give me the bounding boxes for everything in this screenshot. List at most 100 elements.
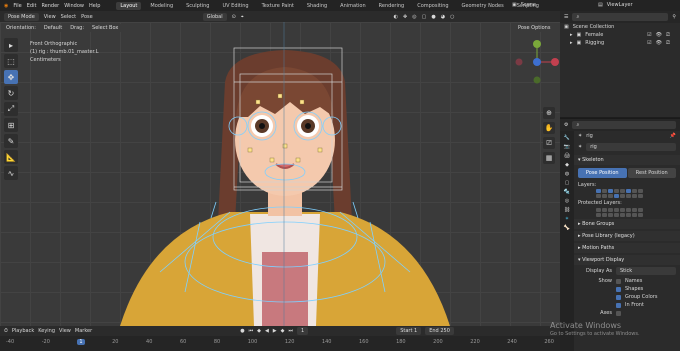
armature-data-name[interactable]: rig [586,143,676,151]
group-colors-checkbox[interactable] [616,294,621,300]
names-checkbox[interactable] [616,278,621,284]
marker-menu[interactable]: Marker [75,328,92,334]
eye-icon[interactable]: 👁 [656,32,662,38]
menu-render[interactable]: Render [41,3,59,9]
display-as-dropdown[interactable]: Stick [616,267,676,275]
view-menu[interactable]: View [44,14,56,20]
output-tab-icon[interactable]: 🖨 [564,153,570,159]
transform-icon[interactable]: ⊞ [4,118,18,132]
select-box-icon[interactable]: ⬚ [4,54,18,68]
viewport-display-section[interactable]: ▾ Viewport Display [574,255,680,265]
grid-icon[interactable]: ▦ [543,152,555,164]
pose-menu[interactable]: Pose [81,14,93,20]
motion-paths-section[interactable]: ▸ Motion Paths [574,243,680,253]
bone-tab-icon[interactable]: 🦴 [564,225,570,231]
xray-icon[interactable]: ▢ [422,14,427,20]
end-frame-field[interactable]: End 250 [425,327,454,335]
shading-solid-icon[interactable]: ● [431,14,435,20]
render-tab-icon[interactable]: 📷 [564,144,570,150]
snap-icon[interactable]: ⌖ [241,14,244,20]
drag-dropdown[interactable]: Select Box [88,24,123,32]
tab-animation[interactable]: Animation [336,2,370,10]
gizmo-icon[interactable]: ✥ [403,14,407,20]
bone-layers-grid[interactable] [596,189,680,198]
shading-render-icon[interactable]: ○ [450,14,454,20]
next-key-icon[interactable]: ◆ [281,328,285,334]
pose-options-button[interactable]: Pose Options [514,24,555,32]
3d-viewport[interactable]: Orientation: Default Drag: Select Box Po… [0,22,560,326]
camera-render-icon[interactable]: ⎚ [666,32,670,38]
tab-texture-paint[interactable]: Texture Paint [258,2,298,10]
camera-icon[interactable]: ⎚ [543,137,555,149]
expand-arrow-icon[interactable]: ▸ [570,32,573,38]
move-icon[interactable]: ✥ [4,70,18,84]
measure-icon[interactable]: 📐 [4,150,18,164]
transform-orientation-dropdown[interactable]: Global [202,12,227,21]
mode-dropdown[interactable]: Pose Mode [4,12,39,21]
zoom-icon[interactable]: ⊕ [543,107,555,119]
play-icon[interactable]: ▶ [273,328,277,334]
tab-modeling[interactable]: Modeling [146,2,177,10]
select-menu[interactable]: Select [61,14,76,20]
tool-tab-icon[interactable]: 🔧 [564,135,570,141]
outliner-row-scene-collection[interactable]: ▣ Scene Collection [560,23,680,31]
pivot-icon[interactable]: ⊙ [232,14,236,20]
frame-ruler[interactable]: -40 -20 1 20 40 60 80 100 120 140 160 18… [0,336,560,345]
orientation-control[interactable]: Orientation: Default Drag: Select Box [6,24,123,32]
exclude-checkbox-icon[interactable]: ☑ [647,32,651,38]
menu-file[interactable]: File [13,3,21,9]
expand-arrow-icon[interactable]: ▸ [570,40,573,46]
armature-data-field[interactable]: ✶ rig [574,141,680,153]
skeleton-section-header[interactable]: ▾ Skeleton [574,155,680,165]
outliner-type-icon[interactable]: ☰ [564,14,568,20]
pose-library-section[interactable]: ▸ Pose Library (legacy) [574,231,680,241]
pin-icon[interactable]: 📌 [670,133,676,139]
scene-selector[interactable]: ▣ Scene [512,2,536,8]
axes-checkbox[interactable] [616,310,621,316]
rotate-icon[interactable]: ↻ [4,86,18,100]
scene-tab-icon[interactable]: ◆ [565,162,569,168]
world-tab-icon[interactable]: ◍ [565,171,569,177]
armature-data-tab-icon[interactable]: ✶ [565,216,569,222]
bone-groups-section[interactable]: ▸ Bone Groups [574,219,680,229]
playback-menu[interactable]: Playback [12,328,34,334]
timeline-type-icon[interactable]: ⏱ [4,328,8,334]
constraints-tab-icon[interactable]: ⛓ [564,207,570,213]
eye-icon[interactable]: 👁 [656,40,662,46]
protected-layers-grid[interactable] [596,208,680,217]
timeline-view-menu[interactable]: View [59,328,71,334]
play-reverse-icon[interactable]: ◀ [265,328,269,334]
tab-sculpting[interactable]: Sculpting [182,2,213,10]
properties-search-field[interactable]: ⌕ [572,121,676,129]
filter-icon[interactable]: ⚲ [672,14,676,20]
rest-position-button[interactable]: Rest Position [627,168,676,178]
tab-geometry-nodes[interactable]: Geometry Nodes [458,2,508,10]
visibility-icon[interactable]: ◐ [394,14,398,20]
navigation-gizmo[interactable] [515,40,559,84]
object-tab-icon[interactable]: ▢ [565,180,570,186]
jump-end-icon[interactable]: ⏭ [289,328,294,334]
properties-type-icon[interactable]: ⚙ [564,122,568,128]
keying-menu[interactable]: Keying [38,328,55,334]
pose-position-button[interactable]: Pose Position [578,168,627,178]
menu-edit[interactable]: Edit [27,3,37,9]
record-icon[interactable]: ● [240,328,244,334]
view-layer-selector[interactable]: ▤ ViewLayer [598,2,633,8]
menu-window[interactable]: Window [64,3,84,9]
modifier-tab-icon[interactable]: 🔩 [564,189,570,195]
scale-icon[interactable]: ⤢ [4,102,18,116]
tab-shading[interactable]: Shading [303,2,331,10]
physics-tab-icon[interactable]: ◎ [565,198,569,204]
tab-compositing[interactable]: Compositing [413,2,452,10]
cursor-icon[interactable]: ▸ [4,38,18,52]
outliner-search-field[interactable]: ⌕ [572,13,669,21]
orientation-dropdown[interactable]: Default [39,24,67,32]
prev-key-icon[interactable]: ◆ [257,328,261,334]
shapes-checkbox[interactable] [616,286,621,292]
blender-logo-icon[interactable]: ◉ [4,3,8,9]
in-front-checkbox[interactable] [616,302,621,308]
outliner-row-female[interactable]: ▸ ▣ Female ☑ 👁 ⎚ [560,31,680,39]
pan-hand-icon[interactable]: ✋ [543,122,555,134]
overlay-icon[interactable]: ◎ [412,14,416,20]
relax-icon[interactable]: ∿ [4,166,18,180]
